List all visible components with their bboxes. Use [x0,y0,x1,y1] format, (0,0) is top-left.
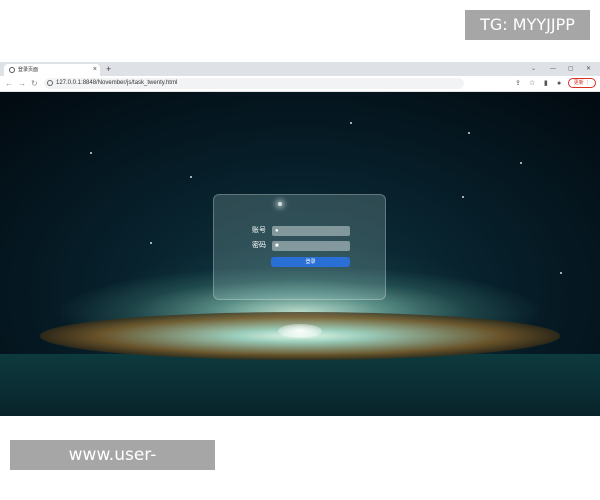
star [350,122,352,124]
minimize-button[interactable]: — [550,64,556,74]
forward-button[interactable]: → [18,78,26,89]
url-text: 127.0.0.1:8848/November/js/task_twenty.h… [56,80,178,86]
galaxy-core [278,324,322,338]
profile-icon[interactable]: ● [557,78,561,89]
globe-icon [9,67,15,73]
star [150,242,152,244]
bookmark-star-icon[interactable]: ☆ [529,78,535,89]
browser-toolbar: ← → ↻ 127.0.0.1:8848/November/js/task_tw… [0,76,600,92]
tab-title: 登录页面 [18,67,39,73]
tab-search-icon[interactable]: ⌄ [531,64,536,74]
password-label: 密码 [252,242,266,249]
site-info-icon[interactable] [47,80,53,86]
login-panel: 账号 ● 密码 ■ 登录 [213,194,386,300]
tab-strip: 登录页面 × + ⌄ — ▢ ✕ [0,62,600,76]
reload-button[interactable]: ↻ [31,78,38,89]
user-icon: ● [275,228,279,234]
galaxy-lower-haze [0,354,600,416]
star [190,176,192,178]
page-viewport: 账号 ● 密码 ■ 登录 [0,92,600,416]
browser-window: 登录页面 × + ⌄ — ▢ ✕ ← → ↻ 127.0.0.1:8848/No… [0,62,600,416]
watermark-top: TG: MYYJJPP [465,10,590,40]
update-button[interactable]: 更新 ⋮ [568,78,596,88]
tab-login-page[interactable]: 登录页面 × [4,64,100,76]
star [520,162,522,164]
side-panel-icon[interactable]: ▮ [544,78,548,89]
star [468,132,470,134]
back-button[interactable]: ← [5,78,13,89]
account-label: 账号 [252,227,266,234]
address-bar[interactable]: 127.0.0.1:8848/November/js/task_twenty.h… [44,78,464,89]
password-input[interactable]: ■ [272,241,350,251]
star [560,272,562,274]
lock-icon: ■ [275,243,279,249]
tab-close-icon[interactable]: × [93,65,97,75]
account-input[interactable]: ● [272,226,350,236]
login-button[interactable]: 登录 [271,257,350,267]
window-close-button[interactable]: ✕ [586,64,591,74]
watermark-bottom: www.user-pgyulecn.com [10,440,215,495]
restore-button[interactable]: ▢ [568,64,574,74]
star [90,152,92,154]
share-icon[interactable]: ⇪ [515,78,521,89]
new-tab-button[interactable]: + [106,64,111,74]
star [462,196,464,198]
